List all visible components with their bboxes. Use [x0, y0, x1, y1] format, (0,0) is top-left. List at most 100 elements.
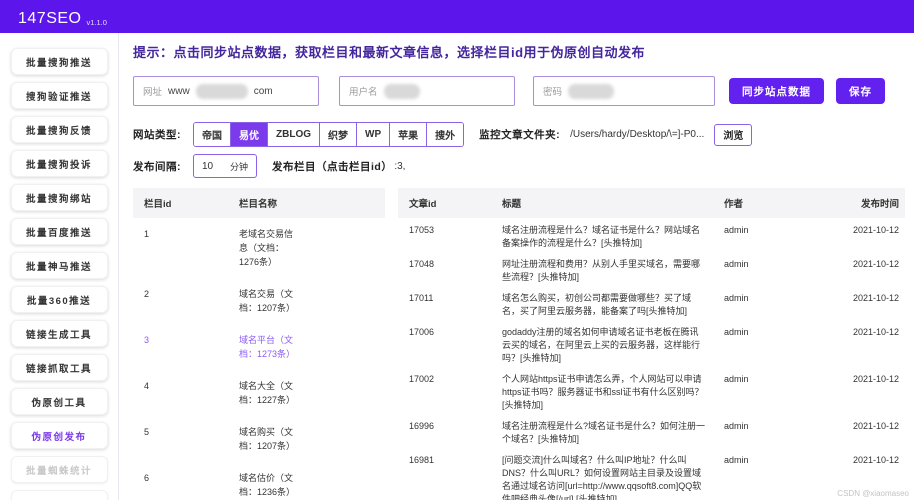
article-row: 17048 网址注册流程和费用？从别人手里买域名，需要哪些流程？[头推特加] a… [398, 256, 905, 286]
publish-column-value: :3, [394, 160, 406, 172]
article-date-cell: 2021-10-12 [852, 374, 899, 384]
sidebar-item-label: 批量蜘蛛统计 [25, 465, 92, 477]
site-type-tab-2[interactable]: ZBLOG [267, 123, 319, 146]
column-row[interactable]: 1 老域名交易信息（文档：1276条） [133, 218, 385, 278]
article-author-cell: admin [724, 374, 749, 384]
column-row[interactable]: 4 域名大全（文档：1227条） [133, 370, 385, 416]
sidebar-item-8[interactable]: 链接生成工具 [10, 320, 108, 347]
sidebar-item-1[interactable]: 搜狗验证推送 [10, 82, 108, 109]
app-header: 147SEO v1.1.0 [0, 0, 914, 33]
article-author-cell: admin [724, 293, 749, 303]
article-author-cell: admin [724, 455, 749, 465]
columns-table-header: 栏目id 栏目名称 [133, 188, 385, 218]
column-id-cell[interactable]: 6 [133, 471, 228, 499]
username-label: 用户名 [349, 87, 378, 98]
site-type-tabs: 帝国 易优 ZBLOG 织梦 WP 苹果 搜外 [193, 122, 465, 147]
site-type-tab-1[interactable]: 易优 [230, 123, 267, 146]
column-name-cell: 域名购买（文档：1207条） [239, 427, 296, 451]
sync-site-data-button[interactable]: 同步站点数据 [729, 78, 824, 104]
article-title-cell: 域名怎么购买，初创公司都需要做哪些？买了域名，买了阿里云服务器，能备案了吗[头推… [502, 293, 692, 316]
article-author-cell: admin [724, 225, 749, 235]
url-input[interactable]: 网址 www com [133, 76, 319, 106]
username-input[interactable]: 用户名 [339, 76, 515, 106]
article-id-cell: 17006 [409, 327, 435, 337]
site-type-tab-3[interactable]: 织梦 [319, 123, 356, 146]
sidebar-item-label: 伪原创工具 [31, 397, 87, 409]
site-type-tab-0[interactable]: 帝国 [194, 123, 230, 146]
sidebar-item-10[interactable]: 伪原创工具 [10, 388, 108, 415]
sidebar-item-6[interactable]: 批量神马推送 [10, 252, 108, 279]
column-row[interactable]: 2 域名交易（文档：1207条） [133, 278, 385, 324]
sidebar-item-0[interactable]: 批量搜狗推送 [10, 48, 108, 75]
columns-table: 栏目id 栏目名称 1 老域名交易信息（文档：1276条） 2 域名交易（文档：… [133, 188, 385, 500]
site-type-tab-6[interactable]: 搜外 [426, 123, 464, 146]
article-date-header: 发布时间 [860, 199, 899, 210]
sidebar-item-7[interactable]: 批量360推送 [10, 286, 108, 313]
url-value-prefix: www [168, 85, 190, 97]
password-input[interactable]: 密码 [533, 76, 715, 106]
column-row[interactable]: 3 域名平台（文档：1273条） [133, 324, 385, 370]
article-date-cell: 2021-10-12 [852, 293, 899, 303]
article-row: 17006 godaddy注册的域名如何申请域名证书老板在腾讯云买的域名，在阿里… [398, 324, 905, 367]
site-type-tab-4[interactable]: WP [356, 123, 390, 146]
site-form: 网址 www com 用户名 密码 同步站点数据 保存 [133, 76, 905, 106]
column-name-header: 栏目名称 [239, 199, 278, 210]
sidebar-item-3[interactable]: 批量搜狗投诉 [10, 150, 108, 177]
article-author-header: 作者 [724, 199, 744, 210]
redacted-username-blur [383, 83, 420, 99]
layout: 批量搜狗推送 搜狗验证推送 批量搜狗反馈 批量搜狗投诉 批量搜狗绑站 批量百度推… [0, 33, 914, 500]
article-date-cell: 2021-10-12 [852, 421, 899, 431]
sidebar-item-12: 批量蜘蛛统计 [10, 456, 108, 483]
article-date-cell: 2021-10-12 [852, 259, 899, 269]
sidebar-item-5[interactable]: 批量百度推送 [10, 218, 108, 245]
redacted-url-blur [195, 83, 248, 99]
interval-unit: 分钟 [229, 161, 248, 172]
browse-button[interactable]: 浏览 [714, 123, 753, 146]
sidebar-item-11[interactable]: 伪原创发布 [10, 422, 108, 449]
column-id-cell[interactable]: 4 [133, 379, 228, 407]
column-id-cell[interactable]: 5 [133, 425, 228, 453]
site-type-row: 网站类型: 帝国 易优 ZBLOG 织梦 WP 苹果 搜外 监控文章文件夹: /Users/… [133, 122, 905, 147]
column-id-cell[interactable]: 3 [133, 333, 228, 361]
form-buttons: 同步站点数据 保存 [729, 78, 885, 104]
article-id-cell: 17002 [409, 374, 435, 384]
article-date-cell: 2021-10-12 [852, 225, 899, 235]
sidebar-item-label: 搜狗验证推送 [25, 91, 92, 103]
sidebar-item-label: 链接抓取工具 [25, 363, 92, 375]
app-title: 147SEO [18, 10, 82, 27]
column-row[interactable]: 5 域名购买（文档：1207条） [133, 416, 385, 462]
article-row: 16996 域名注册流程是什么?域名证书是什么？如何注册一个域名？[头推特加] … [398, 418, 905, 448]
monitor-folder-path: /Users/hardy/Desktop/\=]-P0... [570, 129, 705, 140]
column-row[interactable]: 6 域名估价（文档：1236条） [133, 462, 385, 500]
column-name-cell: 老域名交易信息（文档：1276条） [239, 229, 294, 267]
article-title-cell: 网址注册流程和费用？从别人手里买域名，需要哪些流程？[头推特加] [502, 259, 701, 282]
interval-input[interactable]: 10 分钟 [193, 154, 257, 178]
redacted-password-blur [568, 83, 615, 99]
article-author-cell: admin [724, 259, 749, 269]
sidebar-item-label: 批量搜狗推送 [25, 57, 92, 69]
hint-text: 提示：点击同步站点数据，获取栏目和最新文章信息，选择栏目id用于伪原创自动发布 [133, 45, 646, 60]
interval-value: 10 [202, 160, 214, 172]
site-type-tab-5[interactable]: 苹果 [389, 123, 427, 146]
app-version: v1.1.0 [86, 17, 107, 27]
article-row: 16981 [问题交流]什么叫域名？什么叫IP地址？什么叫DNS？什么叫URL？… [398, 452, 905, 500]
sidebar: 批量搜狗推送 搜狗验证推送 批量搜狗反馈 批量搜狗投诉 批量搜狗绑站 批量百度推… [0, 33, 119, 500]
column-id-cell[interactable]: 2 [133, 287, 228, 315]
column-id-cell[interactable]: 1 [133, 227, 228, 269]
sidebar-item-4[interactable]: 批量搜狗绑站 [10, 184, 108, 211]
tables-area: 栏目id 栏目名称 1 老域名交易信息（文档：1276条） 2 域名交易（文档：… [133, 188, 905, 500]
column-name-cell: 域名平台（文档：1273条） [239, 335, 296, 359]
articles-table-header: 文章id 标题 作者 发布时间 [398, 188, 905, 218]
article-id-cell: 17011 [409, 293, 434, 303]
article-id-cell: 17053 [409, 225, 435, 235]
interval-row: 发布间隔: 10 分钟 发布栏目（点击栏目id） :3, [133, 154, 905, 178]
sidebar-item-label: 批量360推送 [26, 295, 92, 307]
interval-label: 发布间隔: [133, 160, 181, 173]
publish-column-label: 发布栏目（点击栏目id） [272, 160, 393, 173]
sidebar-item-2[interactable]: 批量搜狗反馈 [10, 116, 108, 143]
article-title-cell: 个人网站https证书申请怎么弄，个人网站可以申请https证书吗？服务器证书和… [502, 374, 704, 410]
article-title-cell: 域名注册流程是什么？域名证书是什么？网站域名备案操作的流程是什么？[头推特加] [502, 225, 701, 248]
save-button[interactable]: 保存 [836, 78, 885, 104]
sidebar-item-9[interactable]: 链接抓取工具 [10, 354, 108, 381]
column-id-header: 栏目id [144, 199, 172, 210]
